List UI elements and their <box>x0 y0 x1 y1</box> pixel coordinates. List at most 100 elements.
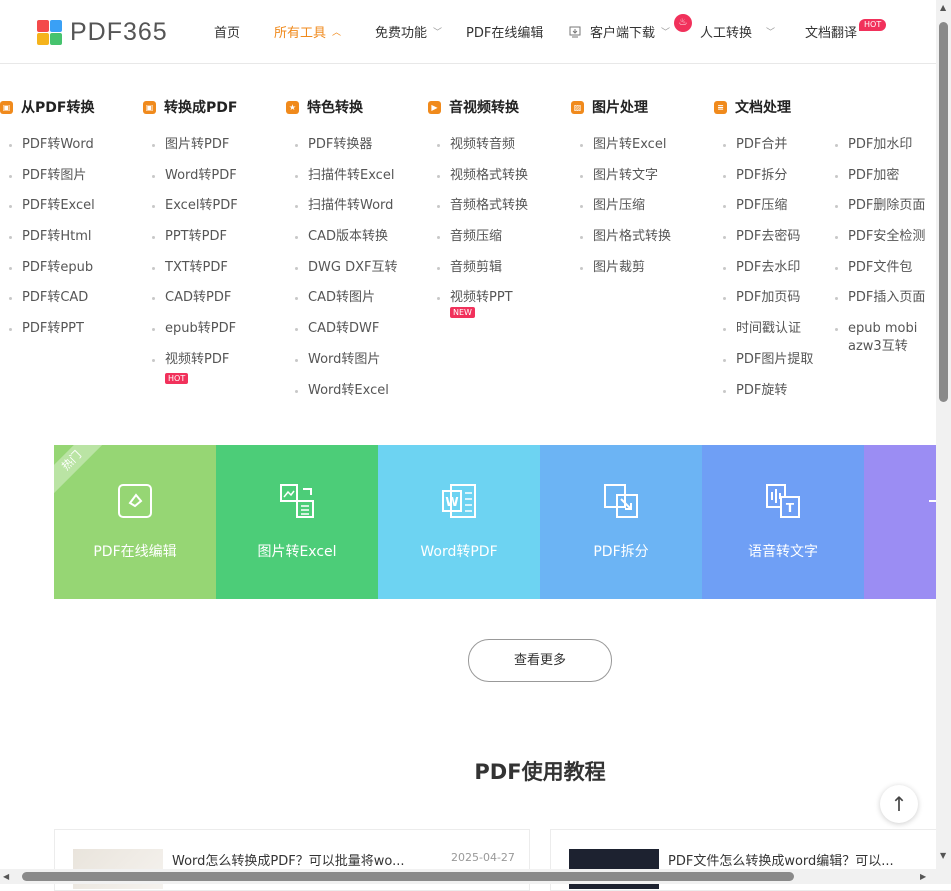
menu-item[interactable]: PDF拆分 <box>722 167 813 198</box>
scroll-down-icon[interactable]: ▼ <box>940 851 946 860</box>
word-icon: W <box>442 484 476 518</box>
fire-icon: ♨ <box>674 14 692 32</box>
menu-column-title: ▨ 图片处理 <box>571 97 648 117</box>
menu-item[interactable]: PDF转CAD <box>9 289 95 320</box>
menu-item[interactable]: 扫描件转Word <box>294 197 397 228</box>
horizontal-scroll-thumb[interactable] <box>22 872 794 881</box>
menu-list-image: 图片转Excel 图片转文字 图片压缩 图片格式转换 图片裁剪 <box>579 136 671 290</box>
menu-item[interactable]: epub mobi azw3互转 <box>835 320 928 356</box>
nav-pdf-online-edit[interactable]: PDF在线编辑 <box>466 22 543 41</box>
menu-item[interactable]: PDF文件包 <box>835 259 928 290</box>
menu-item[interactable]: PDF删除页面 <box>835 197 928 228</box>
scroll-left-icon[interactable]: ◀ <box>3 872 9 881</box>
menu-item[interactable]: 音频格式转换 <box>436 197 528 228</box>
menu-item[interactable]: 视频转PPT NEW <box>436 289 528 320</box>
menu-item[interactable]: PDF转Html <box>9 228 95 259</box>
menu-item[interactable]: PDF旋转 <box>722 382 813 413</box>
chevron-down-icon: ﹀ <box>433 28 443 38</box>
nav-all-tools[interactable]: 所有工具 ︿ <box>274 22 341 41</box>
menu-item[interactable]: 音频压缩 <box>436 228 528 259</box>
menu-item[interactable]: PDF加水印 <box>835 136 928 167</box>
menu-item[interactable]: PPT转PDF <box>152 228 238 259</box>
menu-item[interactable]: PDF插入页面 <box>835 289 928 320</box>
menu-column-title: ≡ 文档处理 <box>714 97 791 117</box>
tile-pdf-merge[interactable]: PD <box>864 445 936 599</box>
menu-item[interactable]: Word转PDF <box>152 167 238 198</box>
menu-item[interactable]: PDF安全检测 <box>835 228 928 259</box>
menu-item[interactable]: Word转Excel <box>294 382 397 413</box>
logo-text: PDF365 <box>70 18 168 46</box>
video-icon: ▶ <box>428 100 441 114</box>
menu-item[interactable]: PDF转epub <box>9 259 95 290</box>
nav-free-features[interactable]: 免费功能 ﹀ <box>375 22 442 41</box>
split-icon <box>604 484 638 518</box>
menu-item[interactable]: PDF转PPT <box>9 320 95 351</box>
image-icon: ▨ <box>571 100 584 114</box>
nav-client-download[interactable]: 客户端下载 ﹀ <box>569 22 670 41</box>
hot-badge: HOT <box>859 19 887 31</box>
hot-tools-tiles: 热门 PDF在线编辑 图片转Excel W Word转PDF PDF拆分 T 语… <box>54 445 936 599</box>
menu-item[interactable]: Word转图片 <box>294 351 397 382</box>
menu-item[interactable]: PDF转Excel <box>9 197 95 228</box>
nav-home[interactable]: 首页 <box>214 22 240 41</box>
menu-item[interactable]: CAD版本转换 <box>294 228 397 259</box>
menu-item[interactable]: 图片格式转换 <box>579 228 671 259</box>
menu-item[interactable]: PDF图片提取 <box>722 351 813 382</box>
logo-icon <box>37 20 62 45</box>
tutorials-title: PDF使用教程 <box>474 760 606 784</box>
svg-text:W: W <box>445 495 458 509</box>
tile-voice-to-text[interactable]: T 语音转文字 <box>702 445 864 599</box>
tile-image-to-excel[interactable]: 图片转Excel <box>216 445 378 599</box>
menu-item[interactable]: 扫描件转Excel <box>294 167 397 198</box>
nav-manual-conversion[interactable]: 人工转换 ﹀ <box>700 22 775 41</box>
menu-list-doc-more: PDF加水印 PDF加密 PDF删除页面 PDF安全检测 PDF文件包 PDF插… <box>835 136 928 356</box>
scroll-up-icon[interactable]: ▲ <box>940 3 946 12</box>
menu-item[interactable]: PDF压缩 <box>722 197 813 228</box>
back-to-top-button[interactable]: ↑ <box>880 785 918 823</box>
menu-item[interactable]: CAD转PDF <box>152 289 238 320</box>
horizontal-scrollbar[interactable]: ◀ ▶ <box>0 869 936 884</box>
to-pdf-icon: ▣ <box>143 100 156 114</box>
menu-item[interactable]: 视频转PDF HOT <box>152 351 238 384</box>
menu-item[interactable]: PDF去密码 <box>722 228 813 259</box>
menu-item[interactable]: epub转PDF <box>152 320 238 351</box>
menu-item[interactable]: 图片裁剪 <box>579 259 671 290</box>
menu-item[interactable]: PDF加密 <box>835 167 928 198</box>
view-more-button[interactable]: 查看更多 <box>468 639 612 682</box>
menu-item[interactable]: CAD转图片 <box>294 289 397 320</box>
menu-item[interactable]: CAD转DWF <box>294 320 397 351</box>
tutorial-card-date: 2025-04-27 <box>451 851 515 864</box>
edit-icon <box>118 484 152 518</box>
menu-item[interactable]: PDF去水印 <box>722 259 813 290</box>
menu-item[interactable]: PDF转图片 <box>9 167 95 198</box>
menu-item[interactable]: 时间戳认证 <box>722 320 813 351</box>
menu-item[interactable]: PDF加页码 <box>722 289 813 320</box>
menu-item[interactable]: Excel转PDF <box>152 197 238 228</box>
menu-item[interactable]: 视频转音频 <box>436 136 528 167</box>
nav-doc-translation[interactable]: 文档翻译 <box>805 22 857 41</box>
menu-column-title: ▶ 音视频转换 <box>428 97 519 117</box>
vertical-scrollbar[interactable]: ▲ ▼ <box>936 0 951 884</box>
hot-ribbon: 热门 <box>54 445 109 498</box>
menu-item[interactable]: 图片转文字 <box>579 167 671 198</box>
logo[interactable]: PDF365 <box>37 18 168 47</box>
menu-item[interactable]: 图片压缩 <box>579 197 671 228</box>
download-icon <box>569 26 581 37</box>
menu-item[interactable]: PDF转Word <box>9 136 95 167</box>
tile-label: PDF在线编辑 <box>93 544 177 560</box>
menu-list-from-pdf: PDF转Word PDF转图片 PDF转Excel PDF转Html PDF转e… <box>9 136 95 351</box>
menu-item[interactable]: TXT转PDF <box>152 259 238 290</box>
tile-pdf-split[interactable]: PDF拆分 <box>540 445 702 599</box>
menu-item[interactable]: 视频格式转换 <box>436 167 528 198</box>
tile-word-to-pdf[interactable]: W Word转PDF <box>378 445 540 599</box>
menu-item[interactable]: PDF转换器 <box>294 136 397 167</box>
arrow-up-icon: ↑ <box>890 792 908 816</box>
menu-item[interactable]: PDF合并 <box>722 136 813 167</box>
menu-item[interactable]: 音频剪辑 <box>436 259 528 290</box>
scroll-right-icon[interactable]: ▶ <box>920 872 926 881</box>
menu-item[interactable]: 图片转PDF <box>152 136 238 167</box>
tile-pdf-online-edit[interactable]: 热门 PDF在线编辑 <box>54 445 216 599</box>
menu-item[interactable]: 图片转Excel <box>579 136 671 167</box>
vertical-scroll-thumb[interactable] <box>939 22 948 402</box>
menu-item[interactable]: DWG DXF互转 <box>294 259 397 290</box>
